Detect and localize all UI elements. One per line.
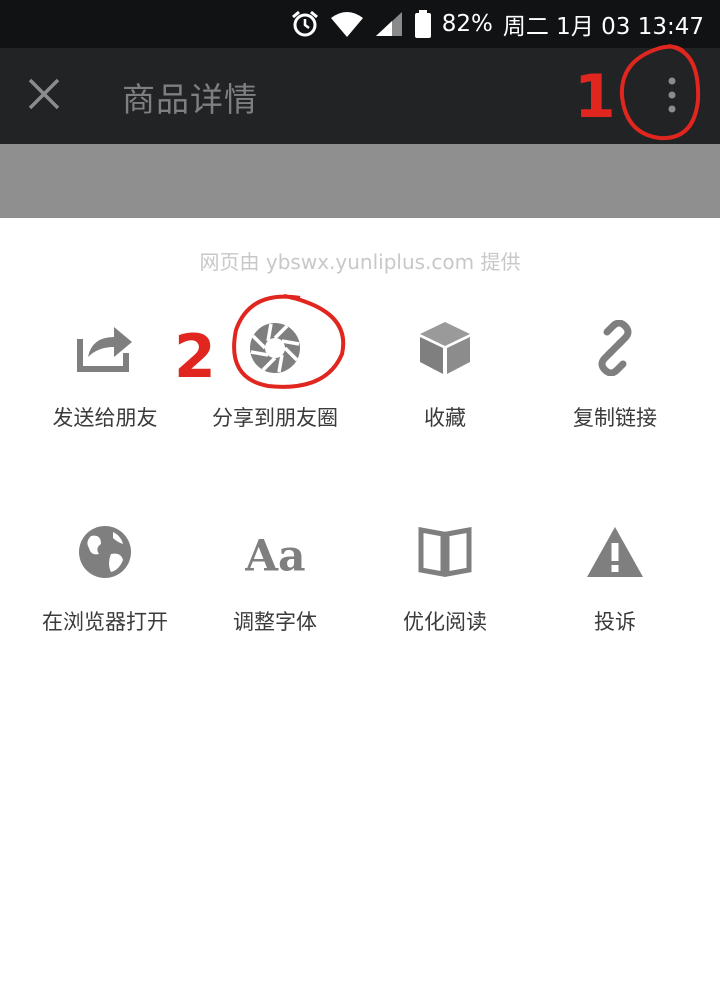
- annotation-step-1: 1: [574, 62, 616, 132]
- more-vertical-icon: [667, 75, 677, 119]
- annotation-step-2: 2: [174, 322, 216, 392]
- more-options-button[interactable]: [650, 72, 694, 122]
- favorite-cube-icon: [415, 318, 475, 378]
- status-bar: 82% 周二 1月 03 13:47: [0, 0, 720, 48]
- page-title: 商品详情: [122, 80, 258, 119]
- svg-text:Aa: Aa: [245, 531, 305, 577]
- globe-icon: [75, 522, 135, 582]
- alarm-icon: [290, 9, 320, 39]
- send-to-friend-label: 发送给朋友: [52, 406, 158, 430]
- favorite-label: 收藏: [424, 406, 466, 430]
- moments-aperture-icon: [245, 318, 305, 378]
- status-datetime: 周二 1月 03 13:47: [502, 14, 704, 40]
- open-in-browser-label: 在浏览器打开: [42, 610, 168, 634]
- close-icon: [27, 77, 61, 115]
- warning-icon: [585, 522, 645, 582]
- favorite-button[interactable]: 收藏: [355, 318, 535, 468]
- copy-link-label: 复制链接: [573, 406, 657, 430]
- share-to-moments-label: 分享到朋友圈: [212, 406, 338, 430]
- adjust-font-button[interactable]: Aa 调整字体: [185, 522, 365, 672]
- battery-icon: [414, 9, 432, 39]
- share-forward-icon: [75, 318, 135, 378]
- optimize-reading-label: 优化阅读: [403, 610, 487, 634]
- dimmed-page-content[interactable]: [0, 144, 720, 218]
- open-in-browser-button[interactable]: 在浏览器打开: [15, 522, 195, 672]
- copy-link-button[interactable]: 复制链接: [525, 318, 705, 468]
- report-label: 投诉: [594, 610, 636, 634]
- signal-icon: [374, 10, 404, 38]
- close-button[interactable]: [22, 74, 66, 118]
- battery-percent: 82%: [441, 11, 493, 37]
- font-size-icon: Aa: [245, 522, 305, 582]
- share-sheet: 网页由 ybswx.yunliplus.com 提供 发送给朋友 分享到朋友圈 …: [0, 218, 720, 982]
- provider-text: 网页由 ybswx.yunliplus.com 提供: [199, 250, 521, 274]
- status-indicators: 82% 周二 1月 03 13:47: [290, 0, 704, 48]
- adjust-font-label: 调整字体: [233, 610, 317, 634]
- optimize-reading-button[interactable]: 优化阅读: [355, 522, 535, 672]
- wifi-icon: [330, 10, 364, 38]
- send-to-friend-button[interactable]: 发送给朋友: [15, 318, 195, 468]
- link-icon: [585, 318, 645, 378]
- book-icon: [415, 522, 475, 582]
- report-button[interactable]: 投诉: [525, 522, 705, 672]
